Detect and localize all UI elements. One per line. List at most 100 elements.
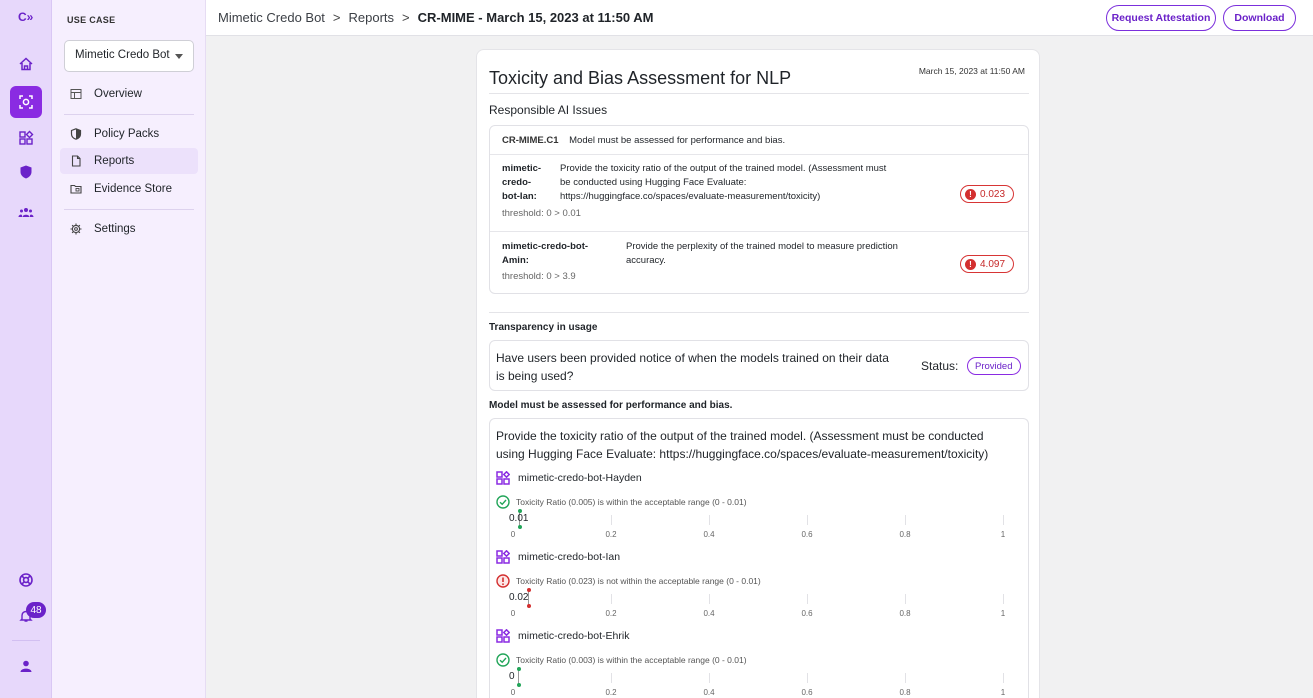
issue-model-line: credo- [502,177,532,188]
value-marker-dot [517,525,522,529]
shield-icon[interactable] [10,156,42,188]
row-divider [490,154,1028,155]
transparency-heading: Transparency in usage [489,322,598,333]
model-name-text: mimetic-credo-bot-Ian [518,551,621,563]
axis-tick-label: 0.6 [801,530,813,539]
issue-description: Provide the toxicity ratio of the output… [560,162,886,204]
axis-tick [905,594,906,604]
toxicity-axis: 0 0.2 0.4 0.6 0.8 1 0 [509,667,1005,698]
status-label: Status: [921,359,959,373]
sidebar-item-label: Policy Packs [94,128,160,140]
sidebar-item-settings[interactable]: Settings [60,216,198,242]
issue-desc-line: accuracy. [626,255,666,266]
sidebar-item-label: Evidence Store [94,183,172,195]
axis-tick [1003,515,1004,525]
home-icon[interactable] [10,48,42,80]
issue-desc-line: Provide the toxicity ratio of the output… [560,163,887,174]
status-badge: Provided [967,357,1021,375]
issue-value-badge[interactable]: ! 0.023 [960,185,1015,203]
use-case-select[interactable]: Mimetic Credo Bot [64,40,194,72]
check-circle-icon [496,495,510,509]
section-divider [489,312,1029,313]
report-title: Toxicity and Bias Assessment for NLP [489,68,792,88]
toxicity-status: Toxicity Ratio (0.003) is within the acc… [496,653,747,667]
model-icon [496,471,510,485]
axis-tick [1003,673,1004,683]
issue-value: 4.097 [980,258,1006,270]
axis-tick-label: 0.6 [801,688,813,697]
issue-threshold: threshold: 0 > 0.01 [502,208,581,219]
axis-tick-label: 0 [510,609,516,618]
sidebar-item-label: Settings [94,223,136,235]
policy-text: Model must be assessed for performance a… [569,135,786,146]
alert-icon: ! [965,258,976,270]
toxicity-status-text: Toxicity Ratio (0.005) is within the acc… [516,497,747,507]
registry-icon[interactable] [10,122,42,154]
breadcrumb-use-case[interactable]: Mimetic Credo Bot [218,10,325,25]
value-label: 0.02 [509,592,529,603]
download-button[interactable]: Download [1223,5,1296,31]
issue-model-line: bot-Ian: [502,191,537,202]
axis-tick-label: 1 [1000,530,1006,539]
use-case-icon[interactable] [10,86,42,118]
check-circle-icon [496,653,510,667]
report-date: March 15, 2023 at 11:50 AM [918,66,1025,76]
team-icon[interactable] [10,196,42,228]
value-marker-dot [516,683,521,687]
sidebar: USE CASE Mimetic Credo Bot Overview Poli… [52,0,206,698]
sidebar-item-reports[interactable]: Reports [60,148,198,174]
title-divider [489,93,1029,94]
issue-description: Provide the perplexity of the trained mo… [626,240,898,268]
sidebar-item-evidence-store[interactable]: Evidence Store [60,176,198,202]
issue-desc-line: Provide the perplexity of the trained mo… [626,241,898,252]
issue-model-line: mimetic-credo-bot- [502,241,589,252]
transparency-question-line: Have users been provided notice of when … [496,351,889,365]
policy-row: CR-MIME.C1 Model must be assessed for pe… [502,135,785,146]
sidebar-item-label: Overview [94,88,142,100]
model-name-text: mimetic-credo-bot-Ehrik [518,630,630,642]
report-canvas: Toxicity and Bias Assessment for NLP Mar… [206,36,1313,698]
transparency-question: Have users been provided notice of when … [496,349,889,385]
transparency-box: Have users been provided notice of when … [489,340,1029,391]
request-attestation-button[interactable]: Request Attestation [1106,5,1216,31]
issues-box: CR-MIME.C1 Model must be assessed for pe… [489,125,1029,294]
axis-tick-label: 1 [1000,609,1006,618]
breadcrumb: Mimetic Credo Bot > Reports > CR-MIME - … [218,10,653,25]
issue-model-line: mimetic- [502,163,542,174]
app-logo[interactable]: C» [18,10,33,24]
axis-tick-label: 0.2 [605,688,617,697]
model-icon [496,629,510,643]
issue-desc-line: https://huggingface.co/spaces/evaluate-m… [560,191,821,202]
toxicity-status: Toxicity Ratio (0.005) is within the acc… [496,495,747,509]
issue-value-badge[interactable]: ! 4.097 [960,255,1015,273]
axis-tick-label: 0.8 [899,688,911,697]
issue-desc-line: be conducted using Hugging Face Evaluate… [560,177,747,188]
toxicity-axis: 0 0.2 0.4 0.6 0.8 1 0.01 [509,509,1006,541]
toxicity-status-text: Toxicity Ratio (0.003) is within the acc… [516,655,747,665]
sidebar-item-policy-packs[interactable]: Policy Packs [60,121,198,147]
issue-threshold: threshold: 0 > 3.9 [502,271,576,282]
axis-tick-label: 0.4 [703,609,715,618]
issue-model-name: mimetic-credo-bot- Amin: [502,240,588,268]
axis-tick-label: 0 [510,688,516,697]
alert-circle-icon [496,574,510,588]
axis-tick [709,594,710,604]
help-icon[interactable] [10,564,42,596]
breadcrumb-separator: > [402,10,410,25]
value-label: 0.01 [509,513,529,524]
model-result-name: mimetic-credo-bot-Ehrik [496,629,629,643]
breadcrumb-current: CR-MIME - March 15, 2023 at 11:50 AM [417,10,654,25]
axis-tick [905,673,906,683]
sidebar-item-overview[interactable]: Overview [60,81,198,107]
sidebar-item-label: Reports [94,155,135,167]
folder-icon [68,181,84,197]
value-label: 0 [509,671,515,682]
value-marker-dot [526,604,531,608]
user-profile-icon[interactable] [10,650,42,682]
axis-tick-label: 0.2 [605,530,617,539]
icon-rail: C» 48 [0,0,52,698]
performance-description: Provide the toxicity ratio of the output… [496,427,988,463]
axis-tick-label: 0.4 [703,530,715,539]
issue-value: 0.023 [980,188,1006,200]
breadcrumb-reports[interactable]: Reports [349,10,395,25]
